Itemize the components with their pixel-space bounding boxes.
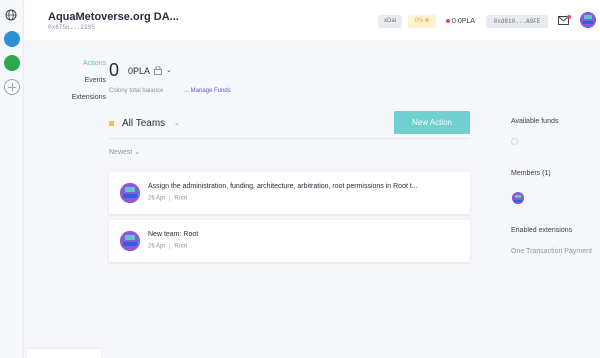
bottom-panel-tab[interactable] — [27, 349, 101, 358]
token-dropdown-chevron-icon[interactable]: ⌄ — [166, 66, 172, 74]
add-colony-icon[interactable] — [4, 79, 20, 95]
divider — [109, 138, 470, 139]
wallet-address[interactable]: 0xd810...A9FE — [486, 15, 548, 28]
action-date: 26 Apr — [148, 243, 166, 250]
meta-separator — [169, 195, 171, 201]
action-date: 26 Apr — [148, 195, 166, 202]
inbox-icon[interactable] — [558, 15, 571, 25]
loading-spinner-icon — [511, 138, 518, 145]
user-avatar-pattern-icon — [580, 12, 596, 28]
manage-funds-link[interactable]: → Manage Funds — [183, 88, 231, 94]
action-avatar — [120, 183, 140, 203]
token-dot-icon — [446, 19, 450, 24]
colony-address[interactable]: 0x675b...2295 — [48, 24, 95, 31]
team-color-icon — [109, 121, 114, 126]
total-balance-amount: 0 — [109, 60, 120, 80]
token-balance[interactable]: 0 0PLA — [446, 15, 475, 28]
action-item[interactable]: Assign the administration, funding, arch… — [109, 172, 470, 214]
colony-avatar-aqua[interactable] — [4, 31, 20, 47]
colony-title: AquaMetoverse.org DA... — [48, 11, 179, 23]
app-root: AquaMetoverse.org DA... 0x675b...2295 xD… — [0, 0, 600, 358]
chevron-down-icon: ⌄ — [174, 120, 180, 127]
lock-icon — [154, 66, 162, 75]
avatar-pattern-icon — [120, 183, 140, 203]
top-header: AquaMetoverse.org DA... 0x675b...2295 xD… — [24, 0, 600, 40]
reputation-dot-icon — [425, 18, 430, 23]
nav-events[interactable]: Events — [64, 77, 106, 84]
action-meta: 26 Apr Root — [148, 243, 187, 250]
balance-label: Colony total balance — [109, 88, 164, 94]
action-title: New team: Root — [148, 231, 199, 238]
action-title: Assign the administration, funding, arch… — [148, 183, 418, 190]
network-badge: xDai — [378, 15, 402, 28]
sort-dropdown[interactable]: Newest ⌄ — [109, 148, 140, 156]
nav-actions[interactable]: Actions — [64, 60, 106, 67]
avatar-pattern-icon — [120, 231, 140, 251]
enabled-extensions-heading: Enabled extensions — [511, 227, 573, 234]
action-team: Root — [174, 243, 188, 250]
total-balance-symbol[interactable]: 0PLA — [128, 66, 150, 76]
extension-item[interactable]: One Transaction Payment — [511, 248, 592, 255]
nav-extensions[interactable]: Extensions — [64, 94, 106, 101]
colony-rail — [0, 0, 24, 358]
new-action-button[interactable]: New Action — [394, 111, 470, 134]
member-avatar[interactable] — [512, 192, 524, 204]
user-avatar[interactable] — [580, 12, 596, 28]
action-team: Root — [174, 195, 188, 202]
reputation-percent: 0% — [414, 18, 424, 24]
action-item[interactable]: New team: Root 26 Apr Root — [109, 220, 470, 262]
colony-avatar-green[interactable] — [4, 55, 20, 71]
colony-nav: Actions Events Extensions — [64, 60, 106, 111]
team-selector-label: All Teams — [122, 118, 166, 129]
globe-icon[interactable] — [5, 9, 17, 21]
member-avatar-pattern-icon — [512, 193, 524, 204]
available-funds-heading: Available funds — [511, 118, 559, 125]
members-heading[interactable]: Members (1) — [511, 170, 551, 177]
action-avatar — [120, 231, 140, 251]
action-meta: 26 Apr Root — [148, 195, 187, 202]
meta-separator — [169, 243, 171, 249]
token-balance-text: 0 0PLA — [452, 18, 475, 25]
reputation-badge[interactable]: 0% — [408, 15, 436, 28]
